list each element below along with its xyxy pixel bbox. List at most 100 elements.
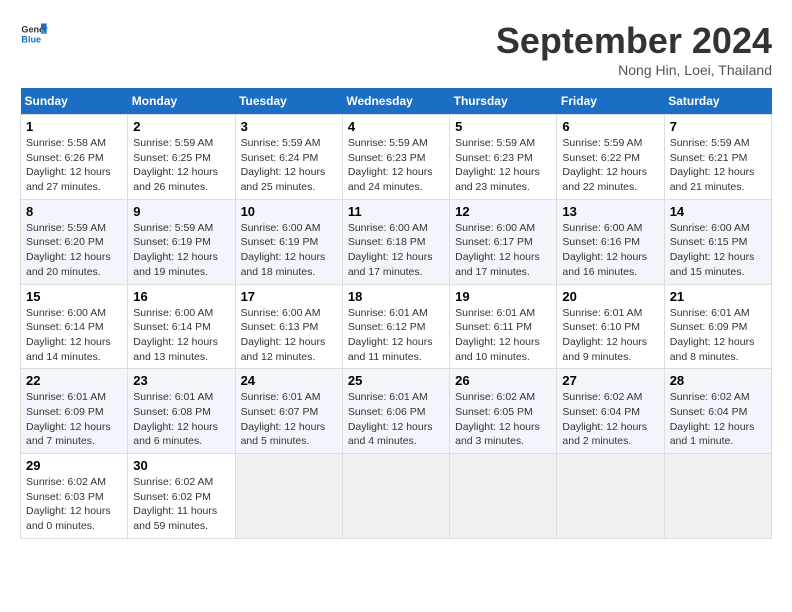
calendar-row-3: 22 Sunrise: 6:01 AMSunset: 6:09 PMDayligh… — [21, 369, 772, 454]
day-info: Sunrise: 5:59 AMSunset: 6:19 PMDaylight:… — [133, 221, 229, 280]
day-number: 23 — [133, 373, 229, 388]
month-title: September 2024 — [496, 20, 772, 62]
day-info: Sunrise: 5:59 AMSunset: 6:25 PMDaylight:… — [133, 136, 229, 195]
calendar-cell: 3 Sunrise: 5:59 AMSunset: 6:24 PMDaylight… — [235, 115, 342, 200]
logo-icon: General Blue — [20, 20, 48, 48]
day-info: Sunrise: 6:00 AMSunset: 6:16 PMDaylight:… — [562, 221, 658, 280]
day-number: 19 — [455, 289, 551, 304]
weekday-thursday: Thursday — [450, 88, 557, 115]
svg-text:Blue: Blue — [21, 34, 41, 44]
calendar-cell: 16 Sunrise: 6:00 AMSunset: 6:14 PMDayligh… — [128, 284, 235, 369]
day-info: Sunrise: 6:01 AMSunset: 6:12 PMDaylight:… — [348, 306, 444, 365]
day-info: Sunrise: 6:00 AMSunset: 6:19 PMDaylight:… — [241, 221, 337, 280]
calendar-cell: 26Sunrise: 6:02 AMSunset: 6:05 PMDayligh… — [450, 369, 557, 454]
day-number: 6 — [562, 119, 658, 134]
day-info: Sunrise: 6:00 AMSunset: 6:14 PMDaylight:… — [133, 306, 229, 365]
day-info: Sunrise: 5:59 AMSunset: 6:21 PMDaylight:… — [670, 136, 766, 195]
calendar-cell: 9 Sunrise: 5:59 AMSunset: 6:19 PMDaylight… — [128, 199, 235, 284]
day-info: Sunrise: 6:02 AMSunset: 6:04 PMDaylight:… — [562, 390, 658, 449]
calendar-cell: 6Sunrise: 5:59 AMSunset: 6:22 PMDaylight… — [557, 115, 664, 200]
day-info: Sunrise: 6:02 AMSunset: 6:04 PMDaylight:… — [670, 390, 766, 449]
day-number: 17 — [241, 289, 337, 304]
calendar-cell: 22 Sunrise: 6:01 AMSunset: 6:09 PMDayligh… — [21, 369, 128, 454]
day-number: 26 — [455, 373, 551, 388]
weekday-saturday: Saturday — [664, 88, 771, 115]
day-info: Sunrise: 6:01 AMSunset: 6:10 PMDaylight:… — [562, 306, 658, 365]
calendar-cell: 18 Sunrise: 6:01 AMSunset: 6:12 PMDayligh… — [342, 284, 449, 369]
day-number: 20 — [562, 289, 658, 304]
calendar-cell: 2 Sunrise: 5:59 AMSunset: 6:25 PMDaylight… — [128, 115, 235, 200]
calendar-cell — [342, 454, 449, 539]
day-info: Sunrise: 6:00 AMSunset: 6:15 PMDaylight:… — [670, 221, 766, 280]
day-number: 28 — [670, 373, 766, 388]
day-info: Sunrise: 5:59 AMSunset: 6:23 PMDaylight:… — [455, 136, 551, 195]
calendar-table: SundayMondayTuesdayWednesdayThursdayFrid… — [20, 88, 772, 539]
weekday-header-row: SundayMondayTuesdayWednesdayThursdayFrid… — [21, 88, 772, 115]
day-number: 12 — [455, 204, 551, 219]
calendar-body: 1Sunrise: 5:58 AMSunset: 6:26 PMDaylight… — [21, 115, 772, 539]
day-number: 29 — [26, 458, 122, 473]
day-info: Sunrise: 6:00 AMSunset: 6:14 PMDaylight:… — [26, 306, 122, 365]
day-info: Sunrise: 6:01 AMSunset: 6:11 PMDaylight:… — [455, 306, 551, 365]
calendar-cell: 27Sunrise: 6:02 AMSunset: 6:04 PMDayligh… — [557, 369, 664, 454]
calendar-cell: 30 Sunrise: 6:02 AMSunset: 6:02 PMDayligh… — [128, 454, 235, 539]
day-info: Sunrise: 6:01 AMSunset: 6:06 PMDaylight:… — [348, 390, 444, 449]
day-number: 8 — [26, 204, 122, 219]
calendar-cell: 14Sunrise: 6:00 AMSunset: 6:15 PMDayligh… — [664, 199, 771, 284]
calendar-cell — [557, 454, 664, 539]
calendar-cell: 10 Sunrise: 6:00 AMSunset: 6:19 PMDayligh… — [235, 199, 342, 284]
day-info: Sunrise: 6:00 AMSunset: 6:18 PMDaylight:… — [348, 221, 444, 280]
title-block: September 2024 Nong Hin, Loei, Thailand — [496, 20, 772, 78]
day-number: 5 — [455, 119, 551, 134]
location: Nong Hin, Loei, Thailand — [496, 62, 772, 78]
calendar-cell: 25Sunrise: 6:01 AMSunset: 6:06 PMDayligh… — [342, 369, 449, 454]
calendar-cell — [450, 454, 557, 539]
calendar-cell: 29 Sunrise: 6:02 AMSunset: 6:03 PMDayligh… — [21, 454, 128, 539]
weekday-monday: Monday — [128, 88, 235, 115]
calendar-cell — [235, 454, 342, 539]
calendar-cell: 21Sunrise: 6:01 AMSunset: 6:09 PMDayligh… — [664, 284, 771, 369]
calendar-cell: 28 Sunrise: 6:02 AMSunset: 6:04 PMDayligh… — [664, 369, 771, 454]
calendar-cell: 23 Sunrise: 6:01 AMSunset: 6:08 PMDayligh… — [128, 369, 235, 454]
day-info: Sunrise: 6:01 AMSunset: 6:09 PMDaylight:… — [26, 390, 122, 449]
day-number: 1 — [26, 119, 122, 134]
calendar-cell: 8 Sunrise: 5:59 AMSunset: 6:20 PMDaylight… — [21, 199, 128, 284]
day-info: Sunrise: 6:00 AMSunset: 6:17 PMDaylight:… — [455, 221, 551, 280]
day-info: Sunrise: 6:00 AMSunset: 6:13 PMDaylight:… — [241, 306, 337, 365]
day-info: Sunrise: 5:59 AMSunset: 6:23 PMDaylight:… — [348, 136, 444, 195]
calendar-row-4: 29 Sunrise: 6:02 AMSunset: 6:03 PMDayligh… — [21, 454, 772, 539]
calendar-cell: 17 Sunrise: 6:00 AMSunset: 6:13 PMDayligh… — [235, 284, 342, 369]
weekday-tuesday: Tuesday — [235, 88, 342, 115]
day-number: 13 — [562, 204, 658, 219]
day-number: 2 — [133, 119, 229, 134]
calendar-cell: 13 Sunrise: 6:00 AMSunset: 6:16 PMDayligh… — [557, 199, 664, 284]
calendar-row-2: 15 Sunrise: 6:00 AMSunset: 6:14 PMDayligh… — [21, 284, 772, 369]
day-number: 22 — [26, 373, 122, 388]
day-number: 30 — [133, 458, 229, 473]
calendar-row-0: 1Sunrise: 5:58 AMSunset: 6:26 PMDaylight… — [21, 115, 772, 200]
day-number: 18 — [348, 289, 444, 304]
day-info: Sunrise: 6:01 AMSunset: 6:07 PMDaylight:… — [241, 390, 337, 449]
calendar-cell: 24 Sunrise: 6:01 AMSunset: 6:07 PMDayligh… — [235, 369, 342, 454]
day-info: Sunrise: 6:01 AMSunset: 6:08 PMDaylight:… — [133, 390, 229, 449]
calendar-cell: 4Sunrise: 5:59 AMSunset: 6:23 PMDaylight… — [342, 115, 449, 200]
day-info: Sunrise: 5:59 AMSunset: 6:24 PMDaylight:… — [241, 136, 337, 195]
day-info: Sunrise: 6:01 AMSunset: 6:09 PMDaylight:… — [670, 306, 766, 365]
day-info: Sunrise: 6:02 AMSunset: 6:02 PMDaylight:… — [133, 475, 229, 534]
calendar-cell: 20 Sunrise: 6:01 AMSunset: 6:10 PMDayligh… — [557, 284, 664, 369]
calendar-row-1: 8 Sunrise: 5:59 AMSunset: 6:20 PMDaylight… — [21, 199, 772, 284]
calendar-cell: 11Sunrise: 6:00 AMSunset: 6:18 PMDayligh… — [342, 199, 449, 284]
day-number: 24 — [241, 373, 337, 388]
day-info: Sunrise: 6:02 AMSunset: 6:03 PMDaylight:… — [26, 475, 122, 534]
day-number: 7 — [670, 119, 766, 134]
weekday-wednesday: Wednesday — [342, 88, 449, 115]
day-number: 3 — [241, 119, 337, 134]
day-info: Sunrise: 5:59 AMSunset: 6:20 PMDaylight:… — [26, 221, 122, 280]
day-number: 15 — [26, 289, 122, 304]
calendar-cell: 7 Sunrise: 5:59 AMSunset: 6:21 PMDaylight… — [664, 115, 771, 200]
logo: General Blue — [20, 20, 48, 48]
day-number: 16 — [133, 289, 229, 304]
calendar-cell: 15 Sunrise: 6:00 AMSunset: 6:14 PMDayligh… — [21, 284, 128, 369]
day-number: 9 — [133, 204, 229, 219]
day-number: 10 — [241, 204, 337, 219]
